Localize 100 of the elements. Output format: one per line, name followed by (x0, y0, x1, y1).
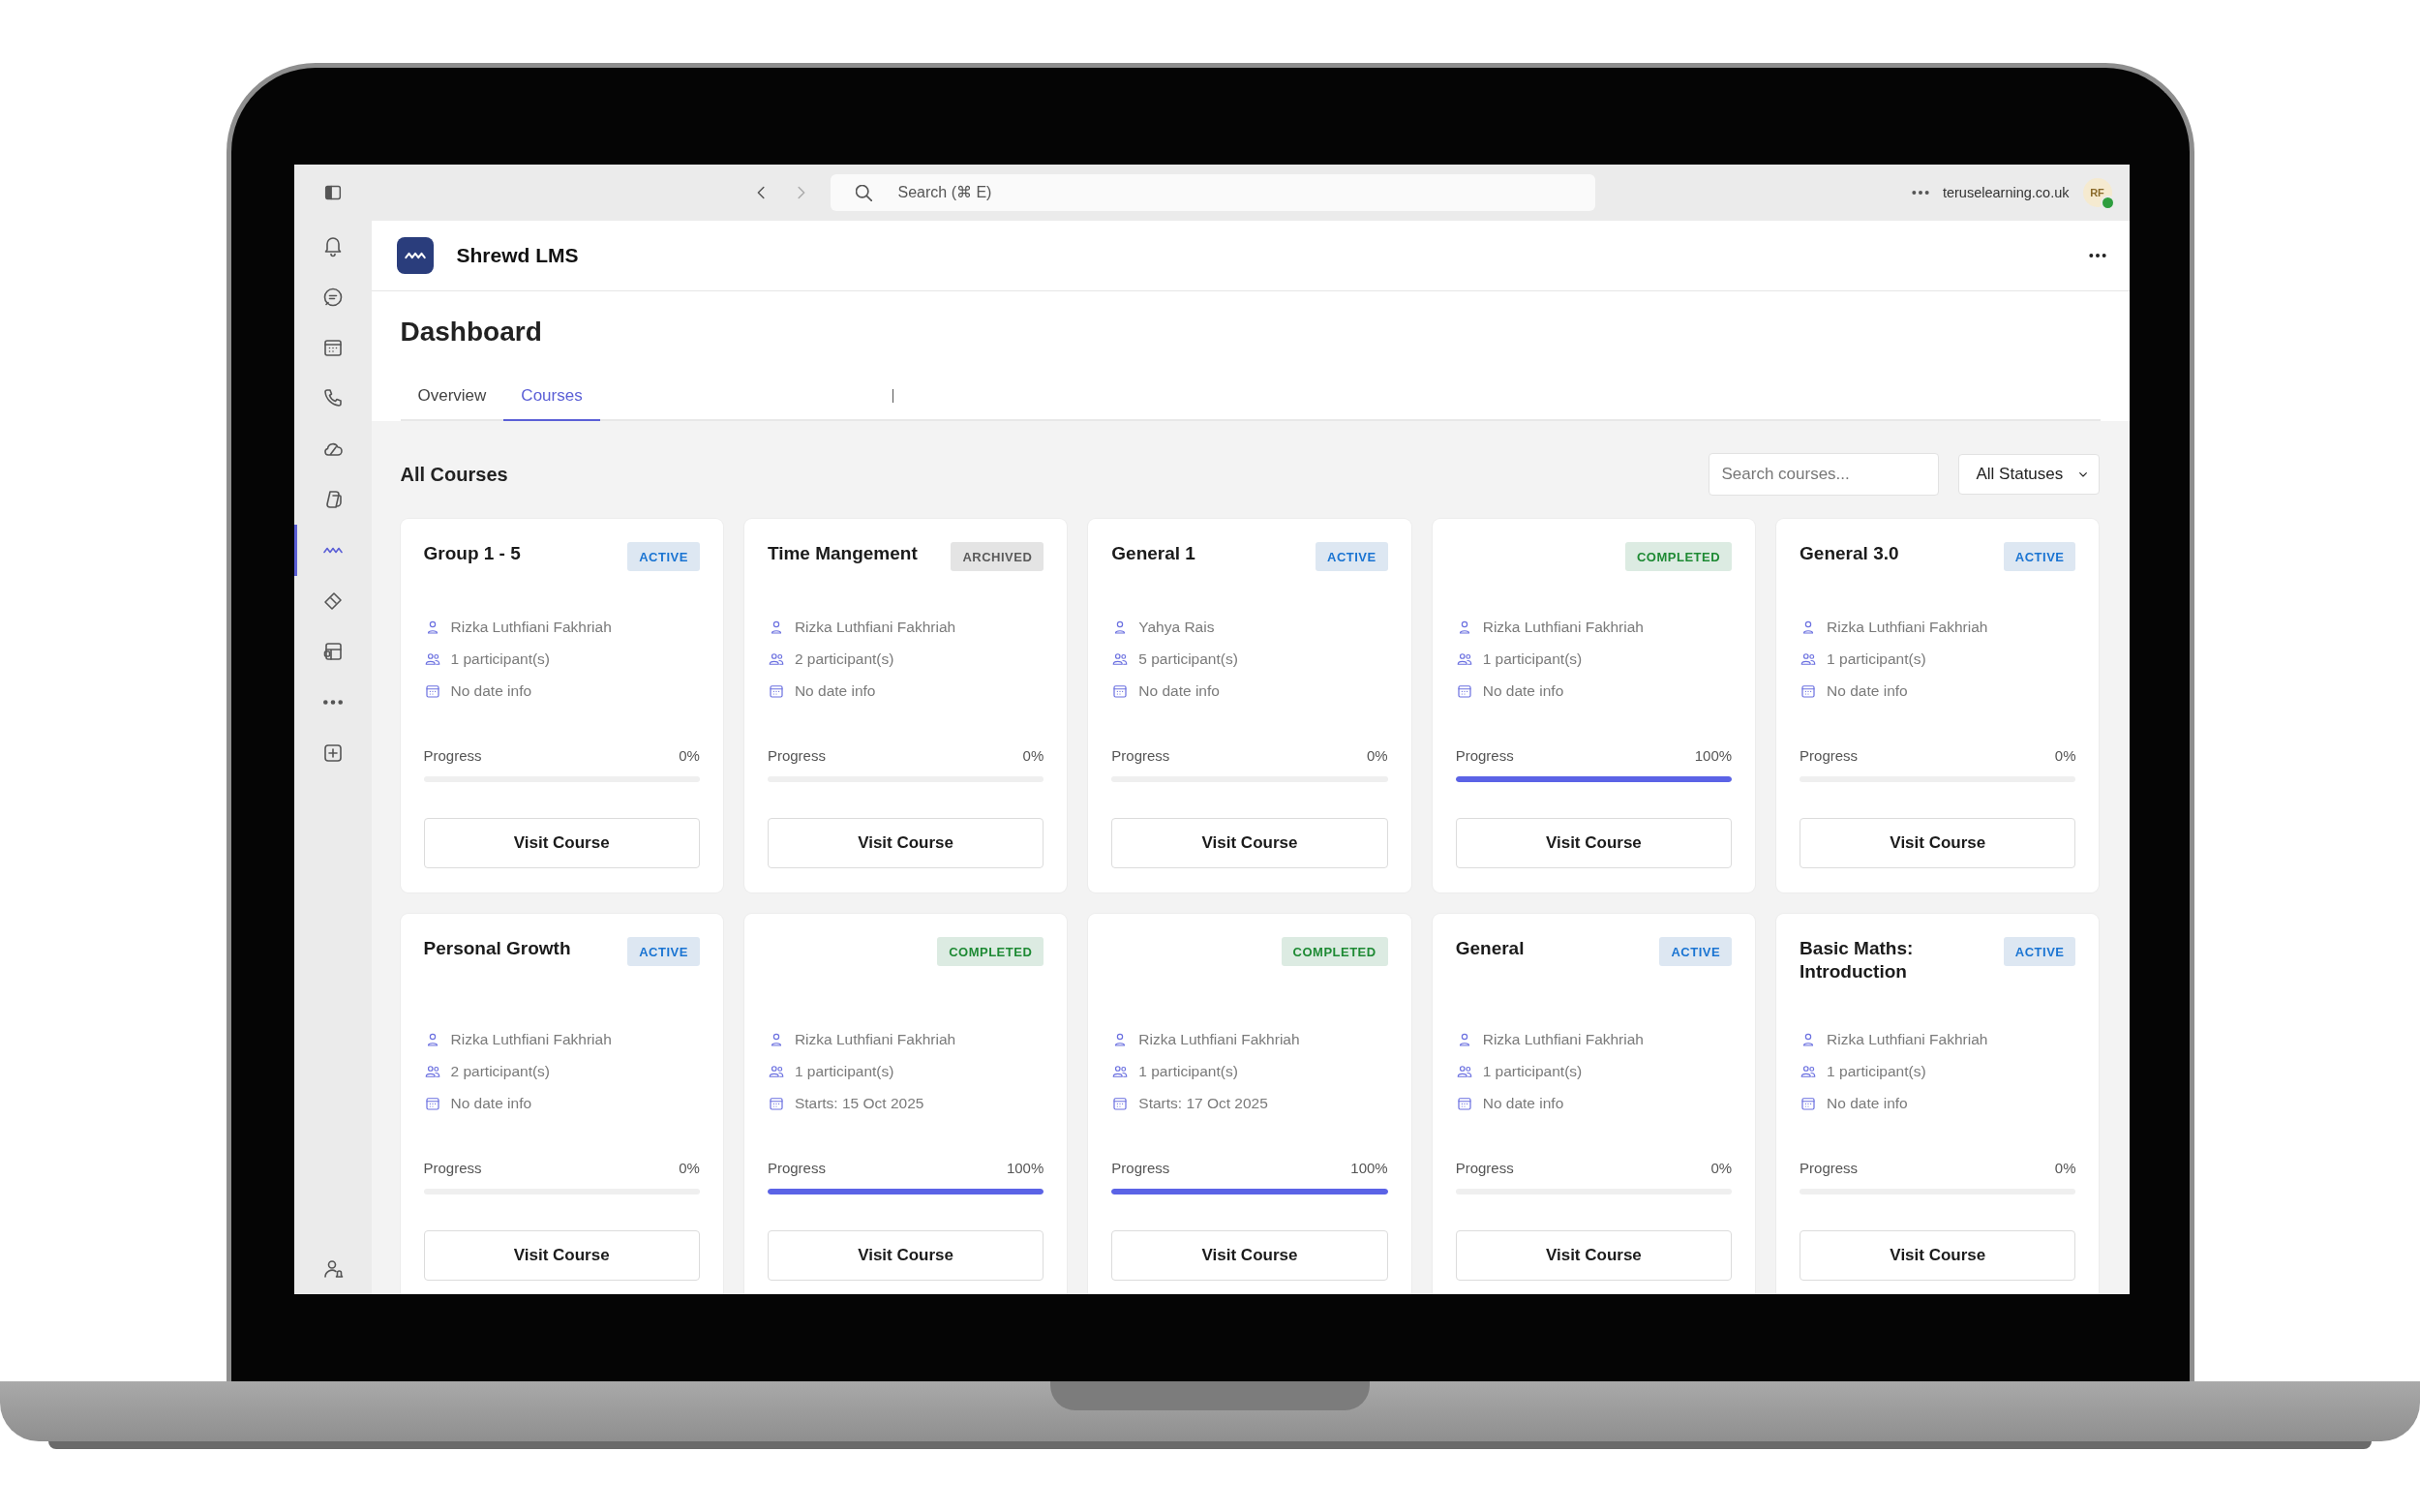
more-icon (322, 700, 343, 706)
course-title: General 1 (1111, 542, 1196, 565)
visit-course-button[interactable]: Visit Course (1455, 1230, 1733, 1281)
instructor-name: Rizka Luthfiani Fakhriah (1138, 1031, 1300, 1048)
people-icon (1455, 1063, 1473, 1080)
date-text: No date info (1482, 682, 1564, 700)
visit-course-button[interactable]: Visit Course (767, 818, 1044, 868)
status-badge: ACTIVE (2003, 937, 2076, 966)
people-icon (423, 1063, 441, 1080)
calendar-icon (1455, 682, 1473, 700)
date-text: No date info (450, 1095, 532, 1112)
participant-count: 2 participant(s) (450, 1063, 550, 1080)
calendar-icon (767, 682, 785, 700)
calendar-icon (423, 682, 441, 700)
participant-count: 1 participant(s) (1138, 1063, 1238, 1080)
people-icon (1800, 650, 1818, 668)
status-dropdown[interactable]: All Statuses (1957, 454, 2100, 495)
participant-count: 1 participant(s) (1482, 650, 1583, 668)
status-badge: COMPLETED (1281, 937, 1388, 966)
instructor-name: Rizka Luthfiani Fakhriah (794, 619, 956, 636)
progress-value: 0% (679, 747, 700, 764)
progress-value: 0% (2054, 1160, 2076, 1176)
people-icon (1455, 650, 1473, 668)
visit-course-button[interactable]: Visit Course (1111, 818, 1388, 868)
visit-course-button[interactable]: Visit Course (1455, 818, 1733, 868)
progress-value: 100% (1006, 1160, 1044, 1176)
course-title: Group 1 - 5 (423, 542, 522, 565)
date-text: Starts: 17 Oct 2025 (1138, 1095, 1268, 1112)
progress-label: Progress (423, 747, 482, 764)
presence-badge (2100, 196, 2115, 210)
visit-course-button[interactable]: Visit Course (1800, 818, 2076, 868)
calendar-icon (1111, 1095, 1130, 1112)
progress-label: Progress (1111, 747, 1170, 764)
instructor-name: Rizka Luthfiani Fakhriah (1827, 619, 1988, 636)
domain-label: teruselearning.co.uk (1942, 185, 2070, 200)
calendar-icon (1455, 1095, 1473, 1112)
progress-value: 100% (1350, 1160, 1388, 1176)
course-title: Basic Maths: Introduction (1800, 937, 1915, 983)
progress-value: 0% (2054, 747, 2076, 764)
date-text: Starts: 15 Oct 2025 (794, 1095, 924, 1112)
instructor-name: Rizka Luthfiani Fakhriah (1482, 619, 1644, 636)
progress-value: 0% (1022, 747, 1044, 764)
participant-count: 1 participant(s) (1827, 1063, 1926, 1080)
progress-label: Progress (1111, 1160, 1170, 1176)
progress-value: 0% (679, 1160, 700, 1176)
calendar-icon (1800, 682, 1818, 700)
progress-label: Progress (767, 1160, 826, 1176)
visit-course-button[interactable]: Visit Course (1800, 1230, 2076, 1281)
instructor-name: Rizka Luthfiani Fakhriah (450, 1031, 612, 1048)
date-text: No date info (794, 682, 876, 700)
progress-label: Progress (1800, 747, 1859, 764)
course-title: Time Mangement (767, 542, 919, 565)
status-badge: COMPLETED (937, 937, 1044, 966)
visit-course-button[interactable]: Visit Course (423, 1230, 700, 1281)
search-field[interactable]: Search (⌘ E) (830, 174, 1595, 211)
instructor-name: Yahya Rais (1138, 619, 1215, 636)
people-icon (423, 650, 441, 668)
participant-count: 1 participant(s) (794, 1063, 894, 1080)
people-icon (767, 1063, 785, 1080)
calendar-icon (1800, 1095, 1818, 1112)
progress-label: Progress (423, 1160, 482, 1176)
more-icon[interactable] (2088, 254, 2106, 257)
avatar[interactable]: RF (2082, 178, 2112, 207)
calendar-icon (1111, 682, 1130, 700)
progress-value: 0% (1367, 747, 1388, 764)
status-badge: ACTIVE (627, 542, 700, 571)
instructor-name: Rizka Luthfiani Fakhriah (794, 1031, 956, 1048)
date-text: No date info (1827, 682, 1908, 700)
participant-count: 1 participant(s) (450, 650, 550, 668)
more-icon[interactable] (1911, 191, 1929, 195)
status-badge: ACTIVE (1659, 937, 1733, 966)
progress-label: Progress (767, 747, 826, 764)
page-title: Dashboard (400, 317, 543, 348)
text-cursor-icon (892, 389, 894, 403)
search-field[interactable]: Search courses... (1708, 453, 1939, 496)
visit-course-button[interactable]: Visit Course (1111, 1230, 1388, 1281)
calendar-icon (423, 1095, 441, 1112)
progress-value: 0% (1710, 1160, 1733, 1176)
visit-course-button[interactable]: Visit Course (767, 1230, 1044, 1281)
participant-count: 2 participant(s) (794, 650, 894, 668)
participant-count: 5 participant(s) (1138, 650, 1238, 668)
visit-course-button[interactable]: Visit Course (423, 818, 700, 868)
tab[interactable]: Overview (400, 377, 504, 421)
course-title: General (1455, 937, 1526, 960)
wave-icon (322, 547, 343, 555)
status-badge: ACTIVE (1316, 542, 1388, 571)
participant-count: 1 participant(s) (1827, 650, 1926, 668)
date-text: No date info (1138, 682, 1220, 700)
progress-label: Progress (1455, 747, 1514, 764)
people-icon (1111, 650, 1130, 668)
date-text: No date info (450, 682, 532, 700)
instructor-name: Rizka Luthfiani Fakhriah (1827, 1031, 1988, 1048)
course-title: General 3.0 (1800, 542, 1900, 565)
status-badge: ACTIVE (2003, 542, 2076, 571)
status-badge: COMPLETED (1624, 542, 1733, 571)
course-title: Personal Growth (423, 937, 572, 960)
instructor-name: Rizka Luthfiani Fakhriah (1482, 1031, 1644, 1048)
calendar-icon (767, 1095, 785, 1112)
date-text: No date info (1482, 1095, 1564, 1112)
participant-count: 1 participant(s) (1482, 1063, 1583, 1080)
